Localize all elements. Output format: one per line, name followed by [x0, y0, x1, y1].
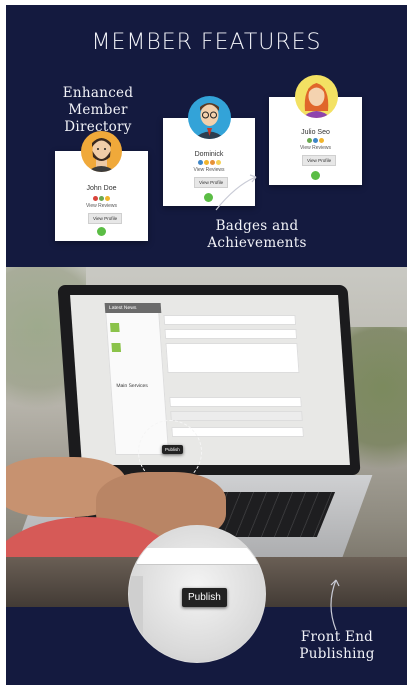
- member-card-julio: Julio Seo View Reviews View Profile: [269, 75, 362, 185]
- publishing-label: Front End Publishing: [292, 629, 382, 663]
- badge-row: [55, 196, 148, 201]
- badge-icon: [99, 196, 104, 201]
- badge-icon: [105, 196, 110, 201]
- page-title: MEMBER FEATURES: [91, 30, 322, 55]
- avatar-male-beard: [81, 131, 122, 172]
- main-services-heading: Main Services: [116, 383, 149, 389]
- latest-news-heading: Latest News: [104, 303, 162, 313]
- badge-icon: [93, 196, 98, 201]
- badges-label-line1: Badges and: [215, 218, 299, 234]
- publishing-label-line2: Publishing: [299, 646, 375, 662]
- badge-row: [269, 138, 362, 143]
- badge-icon: [313, 138, 318, 143]
- publishing-arrow-icon: [330, 579, 340, 631]
- directory-label-line1: Enhanced Member: [62, 85, 134, 118]
- view-reviews-link[interactable]: View Reviews: [269, 145, 362, 151]
- avatar-male-glasses: [188, 96, 231, 139]
- badge-icon: [197, 160, 203, 165]
- badge-icon: [319, 138, 324, 143]
- view-profile-button[interactable]: View Profile: [302, 155, 337, 166]
- member-card-john: John Doe View Reviews View Profile: [55, 131, 148, 241]
- badge-icon: [307, 138, 312, 143]
- online-status-icon: [97, 227, 106, 236]
- badges-label-line2: Achievements: [207, 235, 307, 251]
- member-name: John Doe: [86, 185, 117, 192]
- badges-label: Badges and Achievements: [202, 218, 312, 252]
- view-profile-button[interactable]: View Profile: [88, 213, 123, 224]
- avatar-female: [295, 75, 338, 118]
- publish-button[interactable]: Publish: [182, 588, 227, 607]
- publishing-label-line1: Front End: [300, 629, 374, 645]
- feature-graphic: MEMBER FEATURES Enhanced Member Director…: [6, 5, 407, 685]
- laptop-screen: Latest News Main Services: [70, 295, 350, 465]
- directory-label: Enhanced Member Directory: [42, 85, 154, 136]
- publish-button-small[interactable]: Publish: [162, 445, 183, 454]
- online-status-icon: [311, 171, 320, 180]
- view-reviews-link[interactable]: View Reviews: [55, 203, 148, 209]
- badges-arrow-icon: [215, 174, 257, 211]
- member-name: Julio Seo: [301, 129, 330, 136]
